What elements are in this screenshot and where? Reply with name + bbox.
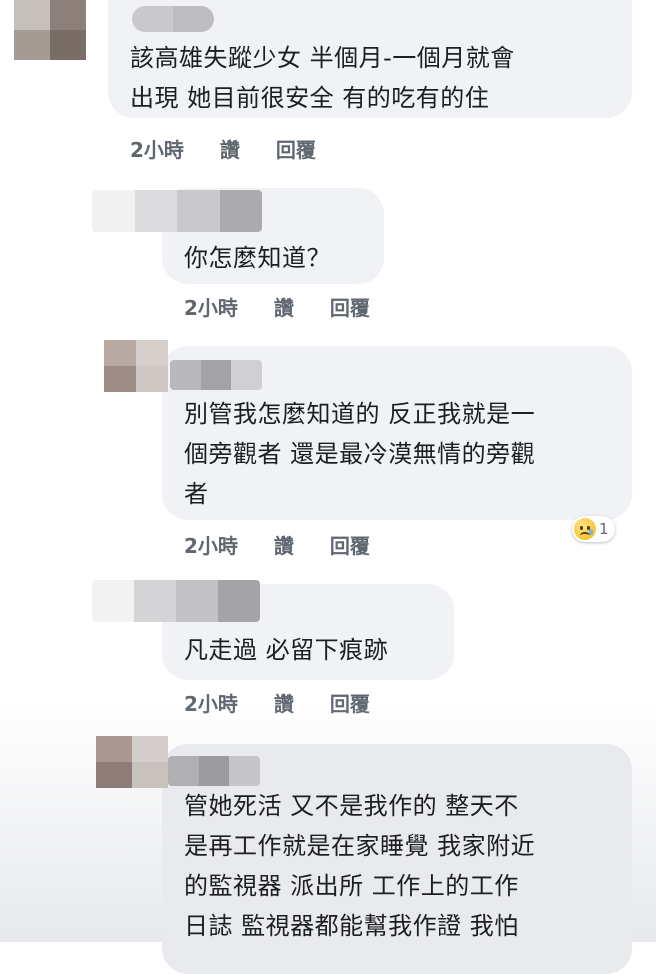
comment-actions: 2小時 讚 回覆 [184, 530, 370, 559]
reply-button[interactable]: 回覆 [330, 688, 370, 717]
comment-text: 該高雄失蹤少女 半個月-一個月就會 出現 她目前很安全 有的吃有的住 [130, 44, 515, 112]
like-button[interactable]: 讚 [274, 530, 294, 559]
comment-actions: 2小時 讚 回覆 [184, 292, 370, 321]
blurred-username[interactable] [170, 360, 262, 390]
avatar[interactable] [104, 340, 168, 392]
reply-button[interactable]: 回覆 [330, 530, 370, 559]
comment-timestamp[interactable]: 2小時 [184, 292, 238, 321]
like-button[interactable]: 讚 [220, 134, 240, 163]
like-button[interactable]: 讚 [274, 688, 294, 717]
like-button[interactable]: 讚 [274, 292, 294, 321]
comment-text: 管她死活 又不是我作的 整天不 是再工作就是在家睡覺 我家附近 的監視器 派出所… [184, 792, 536, 940]
reply-button[interactable]: 回覆 [276, 134, 316, 163]
avatar[interactable] [14, 0, 86, 60]
comment-text: 凡走過 必留下痕跡 [184, 636, 389, 664]
blurred-username[interactable] [92, 190, 262, 232]
blurred-username[interactable] [168, 756, 260, 786]
avatar[interactable] [96, 736, 168, 788]
comment-text: 你怎麼知道？ [184, 244, 331, 272]
blurred-username[interactable] [92, 580, 260, 622]
comment-timestamp[interactable]: 2小時 [130, 134, 184, 163]
comment-actions: 2小時 讚 回覆 [184, 688, 370, 717]
comment-timestamp[interactable]: 2小時 [184, 530, 238, 559]
comment-actions: 2小時 讚 回覆 [130, 134, 316, 163]
comment-text: 別管我怎麼知道的 反正我就是一 個旁觀者 還是最冷漠無情的旁觀 者 [184, 400, 536, 508]
reaction-badge[interactable]: 1 [572, 516, 615, 542]
reply-button[interactable]: 回覆 [330, 292, 370, 321]
sad-emoji-icon [574, 518, 596, 540]
reaction-count: 1 [599, 520, 609, 538]
comment-timestamp[interactable]: 2小時 [184, 688, 238, 717]
blurred-username[interactable] [132, 6, 214, 32]
